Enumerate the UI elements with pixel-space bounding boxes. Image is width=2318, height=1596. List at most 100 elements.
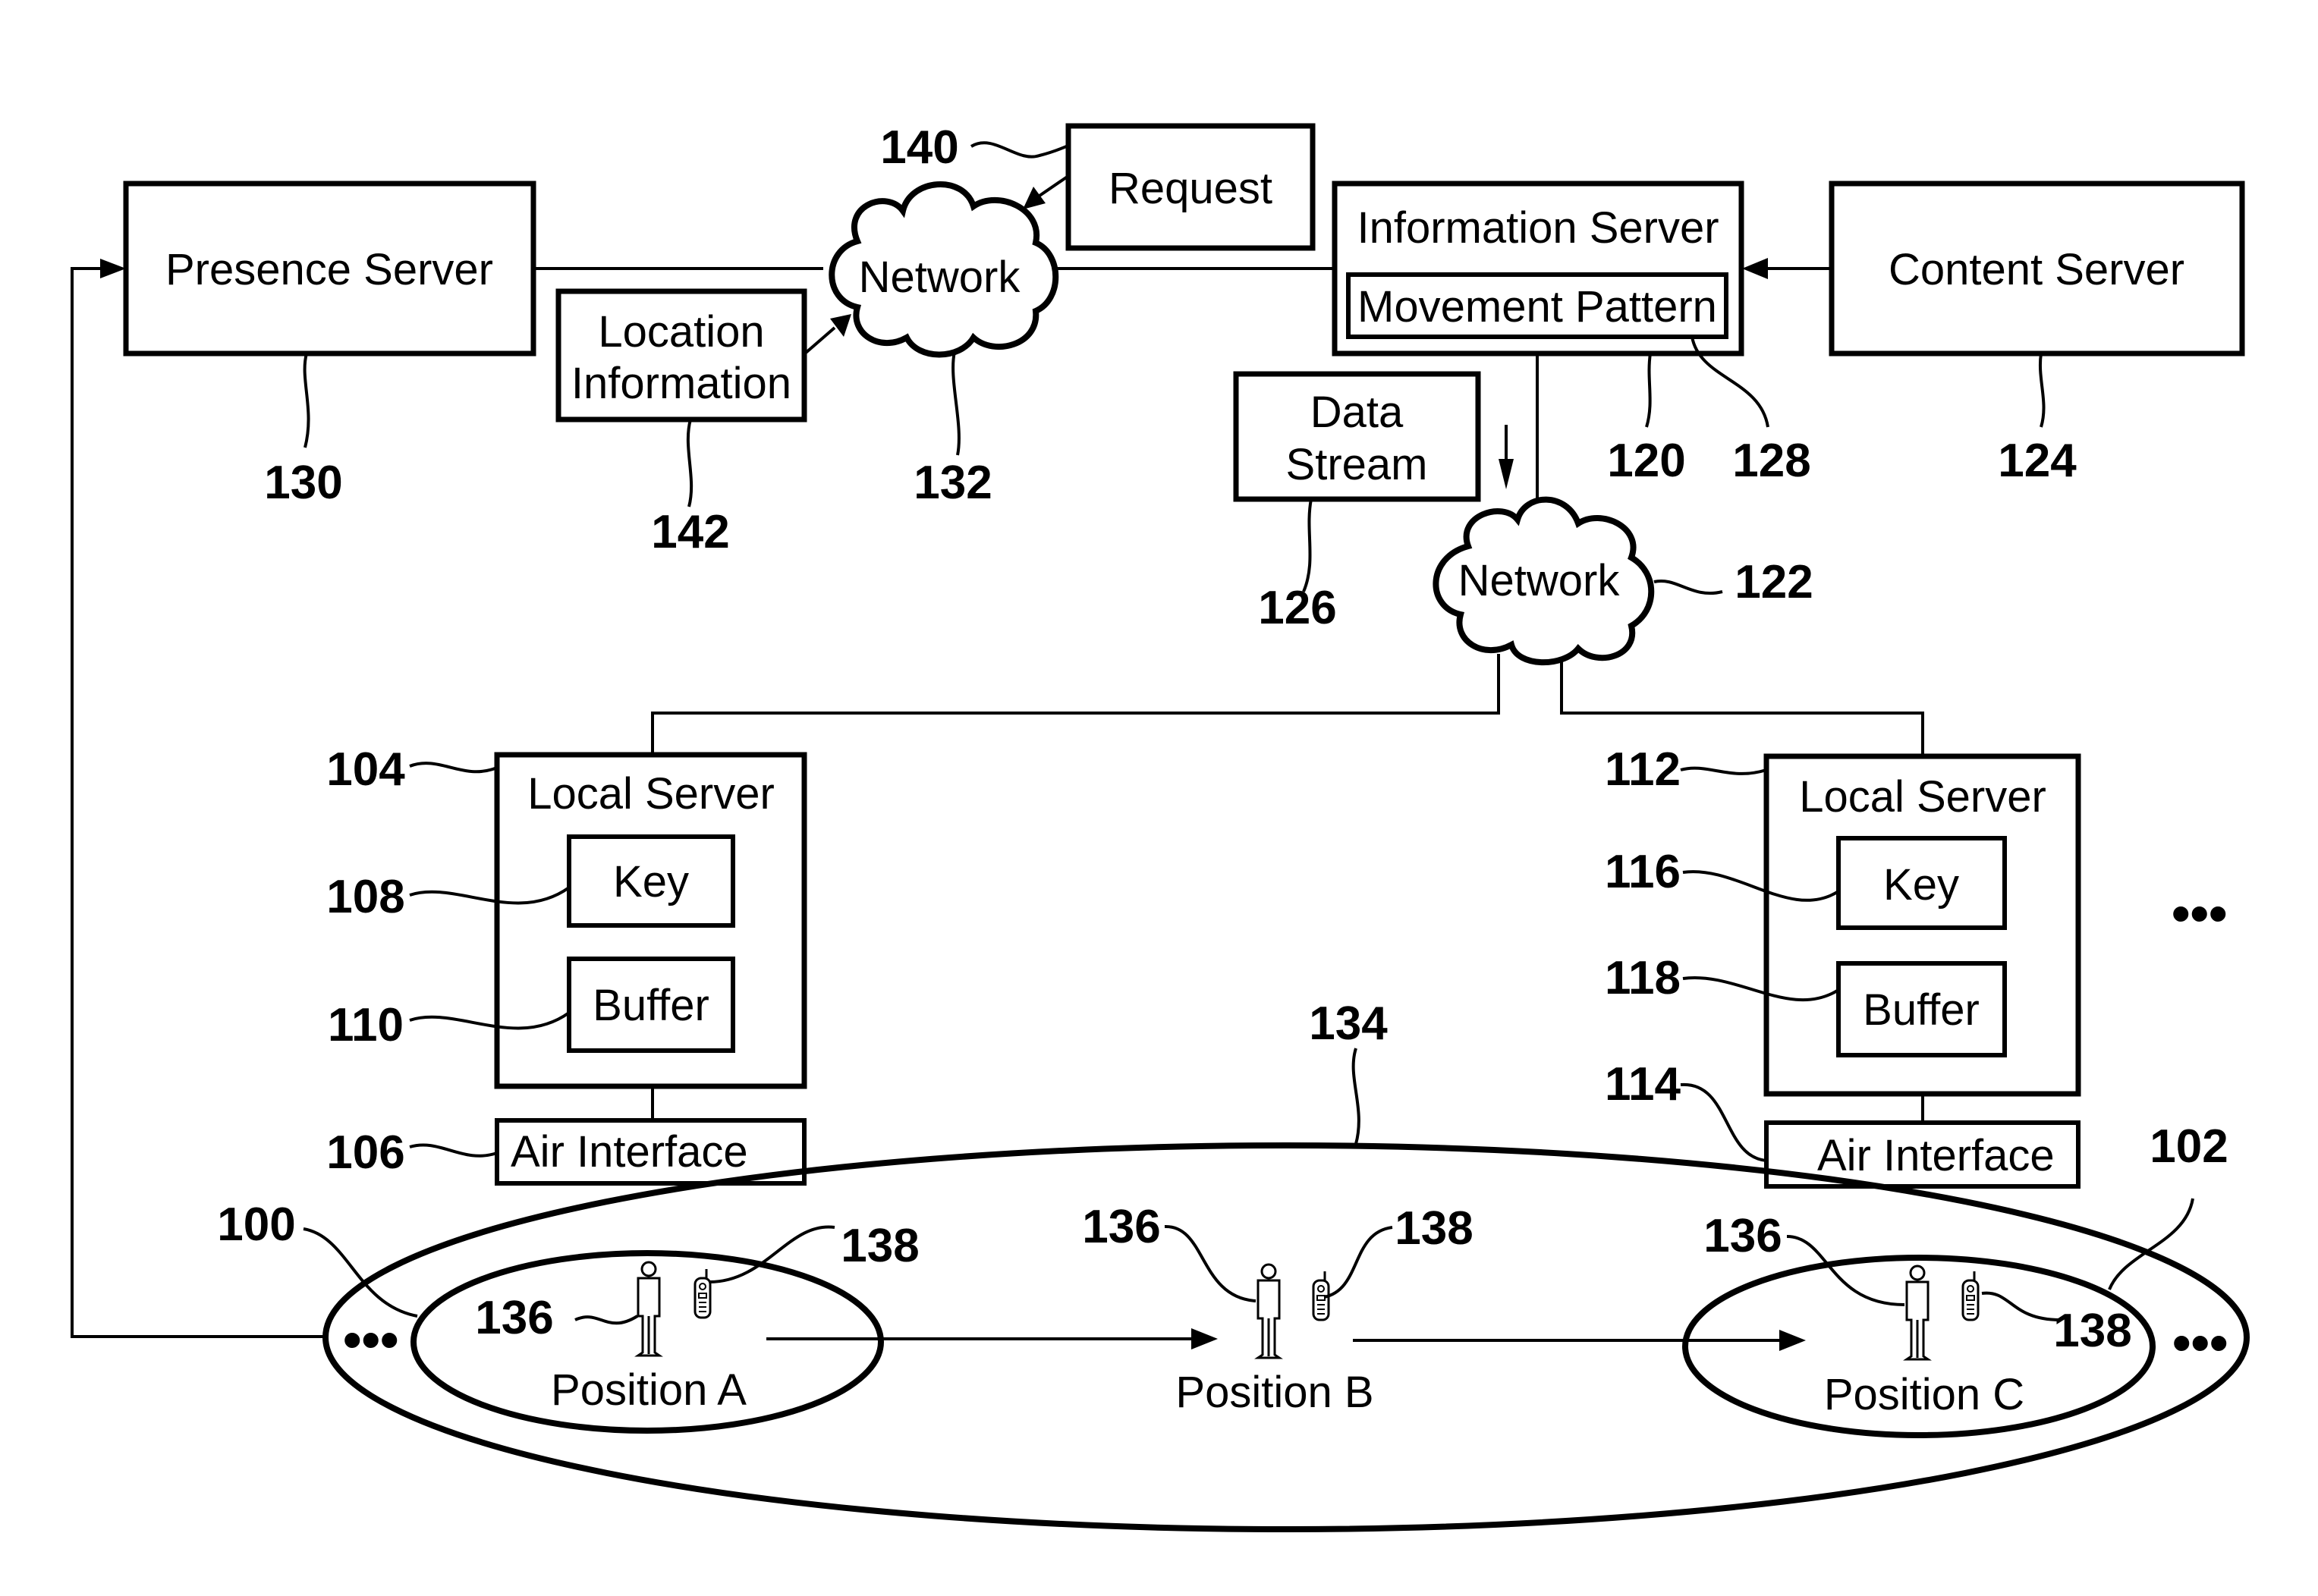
location-information-box: Location Information bbox=[555, 288, 807, 423]
leader-122 bbox=[1653, 579, 1723, 595]
air-interface-left-label: Air Interface bbox=[511, 1127, 748, 1177]
network-cloud-upper: Network bbox=[829, 181, 1059, 358]
ref-100: 100 bbox=[217, 1199, 295, 1251]
mobile-phone-icon bbox=[694, 1269, 712, 1319]
content-server: Content Server bbox=[1829, 181, 2245, 357]
movement-arrowhead-b-to-c bbox=[1779, 1330, 1806, 1351]
leader-124 bbox=[2038, 353, 2046, 428]
leader-104 bbox=[409, 762, 498, 774]
leader-132 bbox=[951, 351, 961, 456]
data-stream-arrowhead bbox=[1499, 459, 1514, 489]
leader-142 bbox=[686, 419, 694, 507]
leader-140 bbox=[970, 141, 1069, 159]
presence-server-label: Presence Server bbox=[165, 245, 493, 294]
leader-106 bbox=[409, 1143, 498, 1158]
leader-138-a bbox=[709, 1225, 835, 1283]
ref-106: 106 bbox=[326, 1126, 404, 1179]
ref-138-a: 138 bbox=[841, 1220, 919, 1272]
ref-110: 110 bbox=[328, 999, 404, 1051]
ref-116: 116 bbox=[1605, 846, 1681, 898]
ref-134: 134 bbox=[1309, 998, 1388, 1050]
buffer-right: Buffer bbox=[1836, 961, 2007, 1057]
network-upper-label: Network bbox=[859, 253, 1021, 302]
leader-136-a bbox=[574, 1315, 639, 1325]
network-lower-label: Network bbox=[1458, 556, 1621, 605]
local-server-left-label: Local Server bbox=[527, 769, 775, 818]
key-left: Key bbox=[567, 834, 735, 928]
coverage-area-ellipse bbox=[322, 1142, 2250, 1532]
request-box: Request bbox=[1065, 123, 1316, 251]
person-icon bbox=[1903, 1265, 1932, 1361]
ref-114: 114 bbox=[1605, 1058, 1681, 1111]
buffer-right-label: Buffer bbox=[1863, 985, 1980, 1035]
local-server-left: Local Server Key Buffer bbox=[494, 752, 807, 1089]
position-b-label: Position B bbox=[1175, 1368, 1373, 1417]
ref-108: 108 bbox=[326, 871, 404, 923]
ref-140: 140 bbox=[880, 121, 958, 174]
ref-124: 124 bbox=[1998, 435, 2077, 487]
person-icon bbox=[634, 1261, 663, 1357]
key-right-label: Key bbox=[1883, 860, 1959, 910]
request-label: Request bbox=[1109, 164, 1272, 213]
mobile-phone-icon bbox=[1961, 1271, 1980, 1321]
presence-server: Presence Server bbox=[123, 181, 536, 357]
key-right: Key bbox=[1836, 836, 2007, 930]
local-server-right-label: Local Server bbox=[1799, 772, 2046, 822]
ref-126: 126 bbox=[1258, 582, 1336, 634]
location-information-label-line2: Information bbox=[571, 359, 791, 408]
buffer-left-label: Buffer bbox=[593, 981, 709, 1030]
ref-136-c: 136 bbox=[1703, 1210, 1782, 1262]
ref-122: 122 bbox=[1735, 556, 1813, 608]
ref-118: 118 bbox=[1605, 952, 1681, 1004]
leader-136-b bbox=[1164, 1224, 1257, 1302]
request-arrowhead bbox=[1023, 187, 1046, 209]
arrowhead-content-to-info bbox=[1742, 258, 1768, 279]
content-server-label: Content Server bbox=[1889, 245, 2184, 294]
link-network-local-left bbox=[651, 654, 1500, 755]
leader-138-c bbox=[1981, 1291, 2061, 1321]
ref-132: 132 bbox=[914, 457, 992, 509]
leader-130 bbox=[303, 353, 310, 448]
ref-138-b: 138 bbox=[1395, 1202, 1473, 1255]
person-icon bbox=[1254, 1263, 1283, 1359]
leader-120 bbox=[1645, 353, 1652, 428]
ref-136-b: 136 bbox=[1082, 1201, 1160, 1253]
position-c-label: Position C bbox=[1824, 1370, 2024, 1419]
movement-pattern-label: Movement Pattern bbox=[1357, 282, 1717, 331]
ref-112: 112 bbox=[1605, 743, 1681, 796]
location-arrowhead bbox=[830, 314, 851, 337]
data-stream-label-line1: Data bbox=[1310, 388, 1404, 437]
data-stream-label-line2: Stream bbox=[1286, 440, 1428, 489]
location-information-label-line1: Location bbox=[598, 307, 764, 357]
ellipsis-more-servers: ••• bbox=[2172, 884, 2228, 943]
information-server-label: Information Server bbox=[1357, 203, 1719, 253]
information-server: Information Server Movement Pattern bbox=[1332, 181, 1744, 357]
leader-114 bbox=[1680, 1082, 1767, 1162]
ref-104: 104 bbox=[326, 743, 405, 796]
ref-128: 128 bbox=[1732, 435, 1810, 487]
leader-138-b bbox=[1323, 1226, 1393, 1299]
ref-120: 120 bbox=[1607, 435, 1685, 487]
position-a-label: Position A bbox=[551, 1365, 747, 1415]
leader-134 bbox=[1351, 1048, 1360, 1145]
location-arrow-shaft bbox=[804, 326, 836, 354]
link-network-local-right bbox=[1560, 654, 1924, 756]
ref-142: 142 bbox=[651, 506, 729, 558]
ref-138-c: 138 bbox=[2053, 1305, 2131, 1357]
ellipsis-left: ••• bbox=[343, 1310, 399, 1369]
network-cloud-lower: Network bbox=[1433, 496, 1655, 666]
leader-112 bbox=[1680, 766, 1767, 775]
system-diagram: Presence Server Request Location Informa… bbox=[71, 121, 2250, 1532]
ref-130: 130 bbox=[264, 457, 342, 509]
position-a: Position A bbox=[551, 1261, 747, 1415]
key-left-label: Key bbox=[613, 857, 689, 906]
movement-pattern: Movement Pattern bbox=[1346, 272, 1728, 339]
ellipsis-right: ••• bbox=[2172, 1313, 2228, 1372]
buffer-left: Buffer bbox=[567, 957, 735, 1053]
movement-arrowhead-a-to-b bbox=[1191, 1328, 1218, 1349]
ref-136-a: 136 bbox=[475, 1292, 553, 1344]
air-interface-right-label: Air Interface bbox=[1817, 1131, 2055, 1180]
data-stream-box: Data Stream bbox=[1233, 371, 1481, 502]
request-arrow-shaft bbox=[1038, 174, 1070, 197]
link-coverage-presence bbox=[71, 267, 325, 1338]
